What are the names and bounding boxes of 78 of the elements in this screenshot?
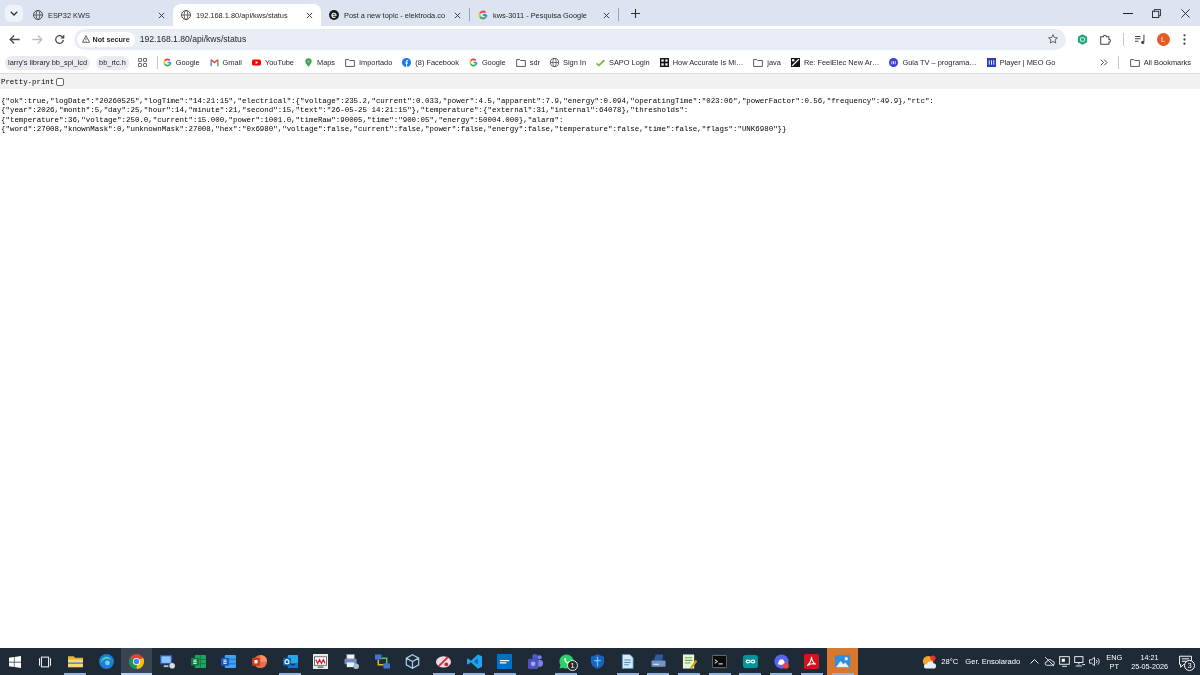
printer-icon	[344, 654, 360, 669]
tricolor-circle-icon	[129, 654, 145, 669]
image-icon	[835, 654, 851, 669]
checkmark-icon	[596, 58, 605, 67]
circle-logo-icon	[402, 58, 412, 67]
g-logo-icon	[162, 58, 172, 67]
pretty-print-checkbox[interactable]	[56, 77, 65, 86]
close-icon[interactable]	[306, 11, 313, 19]
double-chevron-icon	[1099, 59, 1108, 66]
globe-icon	[33, 10, 43, 20]
close-icon	[1181, 8, 1190, 18]
more-menu-icon	[1182, 33, 1186, 45]
people-icon	[528, 654, 544, 669]
forward-arrow-icon	[31, 33, 43, 45]
cloud-off-icon	[1044, 656, 1056, 667]
restore-icon	[1152, 8, 1161, 18]
circle-logo-icon	[773, 654, 789, 669]
square-logo-icon	[986, 58, 996, 67]
plus-icon	[630, 8, 640, 18]
zigzag-screen-icon	[313, 654, 329, 669]
presentation-icon	[251, 654, 267, 669]
square-tile-icon	[497, 654, 513, 669]
map-pin-icon	[303, 58, 313, 67]
close-icon[interactable]	[454, 11, 461, 19]
warning-icon	[81, 35, 90, 43]
infinity-icon	[742, 654, 758, 669]
m-logo-icon	[209, 58, 219, 67]
page-icon	[620, 654, 636, 669]
network-icon	[1074, 656, 1086, 667]
display-icon	[1059, 656, 1071, 667]
pdf-icon	[804, 654, 820, 669]
star-icon	[1047, 34, 1058, 44]
playlist-icon	[1135, 33, 1146, 45]
folder-icon	[67, 654, 83, 669]
scanner-icon	[650, 654, 666, 669]
chevron-down-icon	[10, 10, 18, 16]
puzzle-icon	[1099, 33, 1111, 45]
g-logo-icon	[468, 58, 478, 67]
speaker-icon	[1089, 656, 1101, 667]
hexagon-icon	[1077, 33, 1088, 45]
apps-button[interactable]	[135, 56, 149, 69]
terminal-icon	[712, 654, 728, 669]
g-logo-icon	[478, 10, 488, 20]
folder-icon	[515, 57, 526, 68]
monitor-icon	[159, 654, 175, 669]
pattern-square-icon	[790, 58, 800, 67]
folder-icon	[345, 57, 356, 68]
e-circle-icon	[329, 10, 339, 20]
swirl-icon	[98, 654, 114, 669]
oval-icon	[436, 654, 452, 669]
network-icon	[374, 654, 390, 669]
circle-logo-icon	[889, 58, 899, 67]
chevron-up-icon	[1030, 659, 1040, 664]
close-icon[interactable]	[158, 11, 165, 19]
globe-icon	[181, 10, 191, 20]
start-icon	[9, 655, 21, 668]
globe-icon	[550, 58, 559, 67]
minimize-icon	[1122, 12, 1133, 14]
folder-icon	[1129, 57, 1140, 68]
reload-icon	[54, 33, 65, 45]
tab-search-button[interactable]	[5, 4, 23, 22]
play-button-icon	[251, 58, 261, 67]
task-view-icon	[39, 655, 51, 668]
back-arrow-icon	[9, 33, 20, 45]
mail-icon	[282, 654, 298, 669]
weather-icon	[922, 654, 937, 669]
url-text[interactable]: 192.168.1.80/api/kws/status	[139, 34, 1044, 44]
taskbar-app-button[interactable]	[121, 648, 153, 675]
folder-icon	[753, 57, 764, 68]
shield-icon	[589, 654, 605, 669]
close-icon[interactable]	[603, 11, 610, 19]
cube-icon	[405, 654, 421, 669]
ribbon-icon	[466, 654, 482, 669]
apps-grid-icon	[137, 58, 147, 67]
notepad-icon	[681, 654, 697, 669]
pattern-square-icon	[659, 58, 669, 67]
document-icon	[221, 654, 237, 669]
spreadsheet-icon	[190, 654, 206, 669]
